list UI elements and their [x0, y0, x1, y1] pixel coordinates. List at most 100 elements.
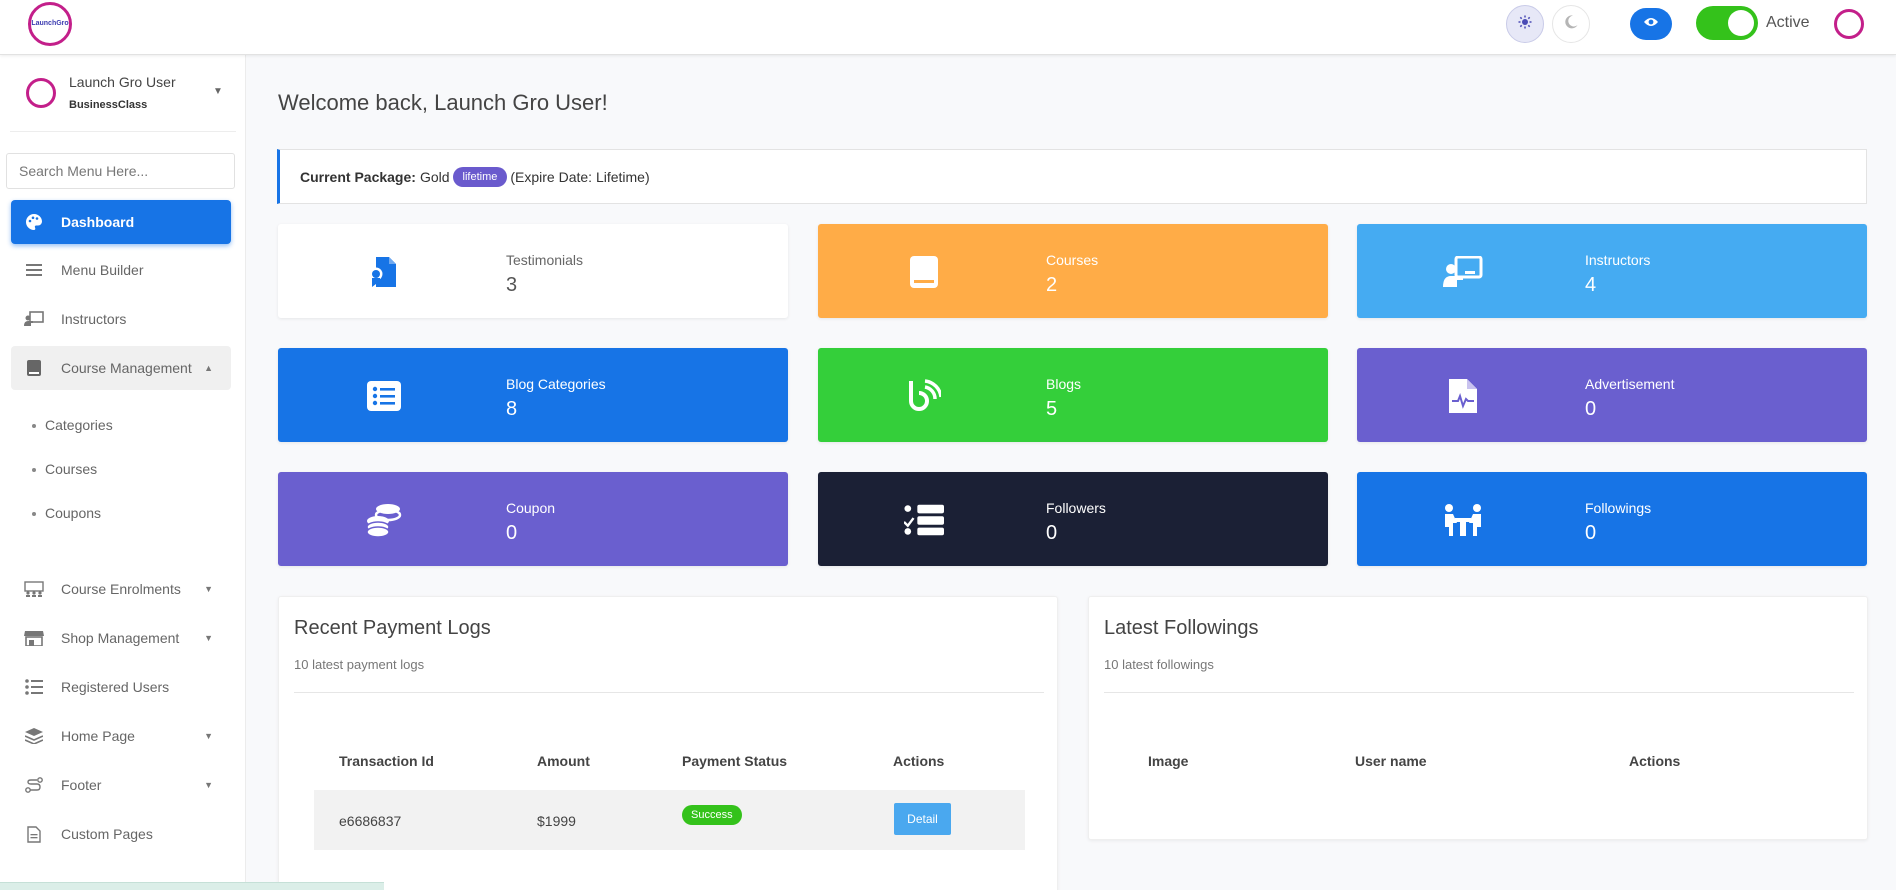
- card-value: 2: [1046, 274, 1058, 296]
- card-label: Followings: [1585, 500, 1652, 516]
- sidebar-item-label: Course Management: [61, 360, 192, 376]
- sidebar-subitem-courses[interactable]: Courses: [31, 461, 97, 477]
- card-label: Advertisement: [1585, 376, 1675, 392]
- stat-card-instructors[interactable]: Instructors 4: [1357, 224, 1867, 318]
- stat-card-followers[interactable]: Followers 0: [818, 472, 1328, 566]
- active-status-toggle[interactable]: [1696, 6, 1758, 40]
- chevron-up-icon: ▲: [204, 363, 213, 373]
- logo[interactable]: LaunchGro: [28, 2, 72, 46]
- card-value: 0: [1585, 522, 1597, 544]
- list-alt-icon: [364, 376, 404, 416]
- column-header: Amount: [537, 753, 590, 769]
- user-avatar: [26, 78, 56, 108]
- divider: [1104, 692, 1854, 693]
- card-value: 0: [1585, 398, 1597, 420]
- latest-followings-panel: Latest Followings 10 latest followings I…: [1088, 596, 1868, 840]
- sidebar-subitem-coupons[interactable]: Coupons: [31, 505, 101, 521]
- card-label: Courses: [1046, 252, 1099, 268]
- column-header: Actions: [1629, 753, 1681, 769]
- route-icon: [23, 774, 45, 796]
- package-name: Gold: [419, 168, 450, 185]
- column-header: Payment Status: [682, 753, 788, 769]
- palette-icon: [23, 211, 45, 233]
- card-value: 0: [1046, 522, 1058, 544]
- page-title: Welcome back, Launch Gro User!: [278, 90, 608, 115]
- file-icon: [23, 823, 45, 845]
- sidebar-item-home-page[interactable]: Home Page ▼: [11, 714, 231, 758]
- sidebar-item-label: Home Page: [61, 728, 135, 744]
- sidebar-item-footer[interactable]: Footer ▼: [11, 763, 231, 807]
- people-table-icon: [1443, 500, 1483, 540]
- panel-subtitle: 10 latest followings: [1104, 657, 1214, 672]
- chevron-down-icon: ▼: [204, 584, 213, 594]
- logo-text: LaunchGro: [31, 20, 69, 27]
- list-icon: [23, 676, 45, 698]
- stat-card-blog-categories[interactable]: Blog Categories 8: [278, 348, 788, 442]
- sidebar-subitem-categories[interactable]: Categories: [32, 417, 113, 433]
- stat-card-testimonials[interactable]: Testimonials 3: [278, 224, 788, 318]
- chevron-down-icon: ▼: [204, 780, 213, 790]
- sidebar-item-instructors[interactable]: Instructors: [11, 297, 231, 341]
- stat-card-followings[interactable]: Followings 0: [1357, 472, 1867, 566]
- book-icon: [904, 252, 944, 292]
- sidebar-item-custom-pages[interactable]: Custom Pages: [11, 812, 231, 856]
- sidebar-item-label: Custom Pages: [61, 826, 153, 842]
- user-box[interactable]: Launch Gro User BusinessClass ▼: [10, 70, 236, 132]
- card-value: 0: [506, 522, 518, 544]
- sidebar-item-label: Registered Users: [61, 679, 170, 695]
- package-expire: (Expire Date: Lifetime): [510, 168, 650, 185]
- card-value: 5: [1046, 398, 1058, 420]
- sidebar: Launch Gro User BusinessClass ▼ Dashboar…: [0, 55, 246, 890]
- bars-icon: [23, 259, 45, 281]
- package-label: Current Package:: [300, 168, 416, 185]
- view-website-button[interactable]: [1630, 8, 1672, 40]
- column-header: Image: [1148, 753, 1189, 769]
- transaction-id: e6686837: [339, 813, 402, 829]
- sidebar-item-label: Shop Management: [61, 630, 180, 646]
- light-theme-button[interactable]: [1506, 5, 1544, 43]
- sidebar-item-course-management[interactable]: Course Management ▲: [11, 346, 231, 390]
- chevron-down-icon: ▼: [204, 633, 213, 643]
- profile-avatar[interactable]: [1834, 9, 1864, 39]
- blog-icon: [904, 376, 944, 416]
- sidebar-item-label: Menu Builder: [61, 262, 144, 278]
- eye-icon: [1643, 15, 1659, 33]
- card-label: Blog Categories: [506, 376, 606, 392]
- user-name: Launch Gro User: [69, 74, 176, 90]
- lifetime-badge: lifetime: [452, 166, 508, 187]
- sidebar-item-shop-management[interactable]: Shop Management ▼: [11, 616, 231, 660]
- coins-icon: [364, 500, 404, 540]
- chalkboard-teacher-icon: [23, 308, 45, 330]
- panel-title: Recent Payment Logs: [294, 617, 491, 639]
- list-check-icon: [904, 500, 944, 540]
- book-icon: [23, 357, 45, 379]
- active-status-label: Active: [1766, 14, 1810, 31]
- stat-card-blogs[interactable]: Blogs 5: [818, 348, 1328, 442]
- stat-card-courses[interactable]: Courses 2: [818, 224, 1328, 318]
- sidebar-item-label: Course Enrolments: [61, 581, 181, 597]
- sidebar-item-menu-builder[interactable]: Menu Builder: [11, 248, 231, 292]
- stat-card-coupon[interactable]: Coupon 0: [278, 472, 788, 566]
- divider: [294, 692, 1044, 693]
- sidebar-item-dashboard[interactable]: Dashboard: [11, 200, 231, 244]
- sun-icon: [1518, 15, 1532, 34]
- amount: $1999: [537, 813, 576, 829]
- chevron-down-icon[interactable]: ▼: [213, 86, 223, 97]
- dark-theme-button[interactable]: [1552, 5, 1590, 43]
- sidebar-item-label: Instructors: [61, 311, 127, 327]
- sidebar-item-label: Dashboard: [61, 214, 135, 230]
- sidebar-item-course-enrolments[interactable]: Course Enrolments ▼: [11, 567, 231, 611]
- panel-title: Latest Followings: [1104, 617, 1259, 639]
- search-menu-input[interactable]: [6, 153, 235, 189]
- card-label: Followers: [1046, 500, 1106, 516]
- store-icon: [23, 627, 45, 649]
- card-label: Coupon: [506, 500, 556, 516]
- sidebar-item-registered-users[interactable]: Registered Users: [11, 665, 231, 709]
- stat-card-advertisement[interactable]: Advertisement 0: [1357, 348, 1867, 442]
- column-header: User name: [1355, 753, 1427, 769]
- panel-subtitle: 10 latest payment logs: [294, 657, 425, 672]
- detail-button[interactable]: Detail: [894, 803, 951, 835]
- column-header: Transaction Id: [339, 753, 434, 769]
- top-bar: LaunchGro Active: [0, 0, 1896, 55]
- card-label: Instructors: [1585, 252, 1651, 268]
